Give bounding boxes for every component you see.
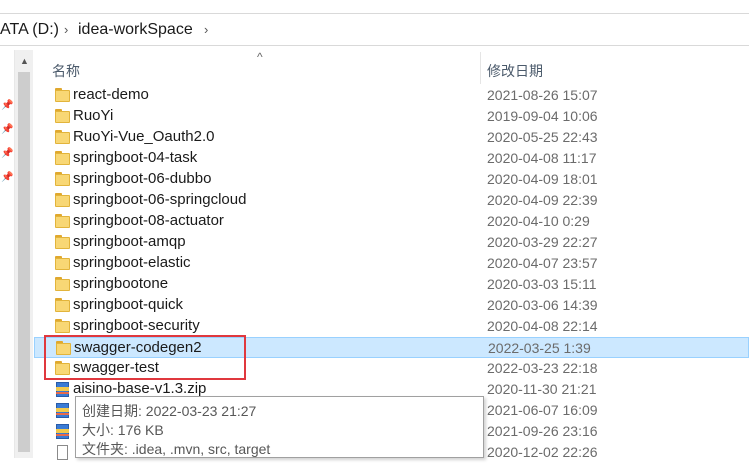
column-divider[interactable] <box>480 52 481 84</box>
file-modified-date: 2020-03-03 15:11 <box>487 276 597 292</box>
file-modified-date: 2020-11-30 21:21 <box>487 381 597 397</box>
column-header-modified[interactable]: 修改日期 <box>487 61 543 81</box>
file-modified-date: 2020-05-25 22:43 <box>487 129 598 145</box>
file-tooltip: 创建日期: 2022-03-23 21:27 大小: 176 KB 文件夹: .… <box>75 396 484 458</box>
file-modified-date: 2020-04-10 0:29 <box>487 213 590 229</box>
file-row[interactable]: springboot-06-dubbo 2020-04-09 18:01 <box>34 169 749 190</box>
file-row[interactable]: springboot-06-springcloud 2020-04-09 22:3… <box>34 190 749 211</box>
file-name[interactable]: aisino-base-v1.3.zip <box>73 380 206 397</box>
file-name[interactable]: springboot-06-springcloud <box>73 191 246 208</box>
file-name[interactable]: springboot-06-dubbo <box>73 170 211 187</box>
navigation-pane[interactable]: 📌 📌 📌 📌 <box>0 50 15 458</box>
file-name[interactable]: swagger-codegen2 <box>74 339 202 356</box>
breadcrumb-folder[interactable]: idea-workSpace <box>78 21 193 39</box>
file-modified-date: 2020-04-08 11:17 <box>487 150 597 166</box>
folder-icon <box>55 214 71 228</box>
file-name[interactable]: swagger-test <box>73 359 159 376</box>
file-name[interactable]: springboot-quick <box>73 296 183 313</box>
folder-icon <box>55 151 71 165</box>
file-row[interactable]: springboot-amqp 2020-03-29 22:27 <box>34 232 749 253</box>
pin-icon[interactable]: 📌 <box>1 124 13 135</box>
folder-icon <box>55 361 71 375</box>
file-row[interactable]: springboot-elastic 2020-04-07 23:57 <box>34 253 749 274</box>
breadcrumb-separator[interactable]: › <box>204 22 208 37</box>
file-row[interactable]: springboot-quick 2020-03-06 14:39 <box>34 295 749 316</box>
folder-icon <box>55 109 71 123</box>
tooltip-contents: 文件夹: .idea, .mvn, src, target <box>82 441 271 457</box>
folder-icon <box>55 256 71 270</box>
folder-icon <box>55 172 71 186</box>
file-row[interactable]: RuoYi-Vue_Oauth2.0 2020-05-25 22:43 <box>34 127 749 148</box>
folder-icon <box>55 193 71 207</box>
file-modified-date: 2022-03-25 1:39 <box>488 340 591 356</box>
file-modified-date: 2021-08-26 15:07 <box>487 87 598 103</box>
folder-icon <box>56 341 72 355</box>
file-name[interactable]: RuoYi <box>73 107 113 124</box>
pin-icon[interactable]: 📌 <box>1 172 13 183</box>
file-modified-date: 2022-03-23 22:18 <box>487 360 598 376</box>
folder-icon <box>55 319 71 333</box>
zip-archive-icon <box>55 424 71 439</box>
folder-icon <box>55 130 71 144</box>
navigation-scrollbar[interactable]: ▲ <box>15 50 33 458</box>
file-row[interactable]: swagger-codegen2 2022-03-25 1:39 <box>34 337 749 358</box>
folder-icon <box>55 235 71 249</box>
file-row[interactable]: springbootone 2020-03-03 15:11 <box>34 274 749 295</box>
file-name[interactable]: RuoYi-Vue_Oauth2.0 <box>73 128 214 145</box>
pin-icon[interactable]: 📌 <box>1 100 13 111</box>
column-header: ^ 名称 修改日期 <box>34 50 749 84</box>
file-modified-date: 2020-03-29 22:27 <box>487 234 598 250</box>
zip-archive-icon <box>55 382 71 397</box>
file-modified-date: 2020-03-06 14:39 <box>487 297 598 313</box>
sort-ascending-icon: ^ <box>257 50 263 64</box>
file-modified-date: 2020-04-07 23:57 <box>487 255 598 271</box>
scroll-up-arrow-icon[interactable]: ▲ <box>20 56 29 66</box>
tooltip-size: 大小: 176 KB <box>82 422 164 438</box>
file-modified-date: 2020-04-09 22:39 <box>487 192 598 208</box>
address-bar[interactable]: ATA (D:) › idea-workSpace › <box>0 13 749 46</box>
file-row[interactable]: springboot-security 2020-04-08 22:14 <box>34 316 749 337</box>
file-name[interactable]: springboot-amqp <box>73 233 186 250</box>
tooltip-created: 创建日期: 2022-03-23 21:27 <box>82 403 257 419</box>
file-name[interactable]: springboot-elastic <box>73 254 191 271</box>
breadcrumb-drive[interactable]: ATA (D:) <box>0 21 59 39</box>
file-name[interactable]: springboot-04-task <box>73 149 197 166</box>
file-row[interactable]: RuoYi 2019-09-04 10:06 <box>34 106 749 127</box>
file-row[interactable]: springboot-04-task 2020-04-08 11:17 <box>34 148 749 169</box>
file-modified-date: 2021-09-26 23:16 <box>487 423 598 439</box>
folder-icon <box>55 277 71 291</box>
breadcrumb-separator[interactable]: › <box>64 22 68 37</box>
file-name[interactable]: react-demo <box>73 86 149 103</box>
file-modified-date: 2020-04-09 18:01 <box>487 171 598 187</box>
file-icon <box>55 445 71 460</box>
file-row[interactable]: react-demo 2021-08-26 15:07 <box>34 85 749 106</box>
file-name[interactable]: springboot-08-actuator <box>73 212 224 229</box>
file-modified-date: 2019-09-04 10:06 <box>487 108 598 124</box>
folder-icon <box>55 298 71 312</box>
folder-icon <box>55 88 71 102</box>
file-modified-date: 2020-04-08 22:14 <box>487 318 598 334</box>
column-header-name[interactable]: 名称 <box>52 61 80 81</box>
file-row[interactable]: swagger-test 2022-03-23 22:18 <box>34 358 749 379</box>
file-row[interactable]: springboot-08-actuator 2020-04-10 0:29 <box>34 211 749 232</box>
pin-icon[interactable]: 📌 <box>1 148 13 159</box>
scrollbar-thumb[interactable] <box>18 72 30 452</box>
zip-archive-icon <box>55 403 71 418</box>
file-name[interactable]: springboot-security <box>73 317 200 334</box>
file-name[interactable]: springbootone <box>73 275 168 292</box>
file-modified-date: 2021-06-07 16:09 <box>487 402 598 418</box>
